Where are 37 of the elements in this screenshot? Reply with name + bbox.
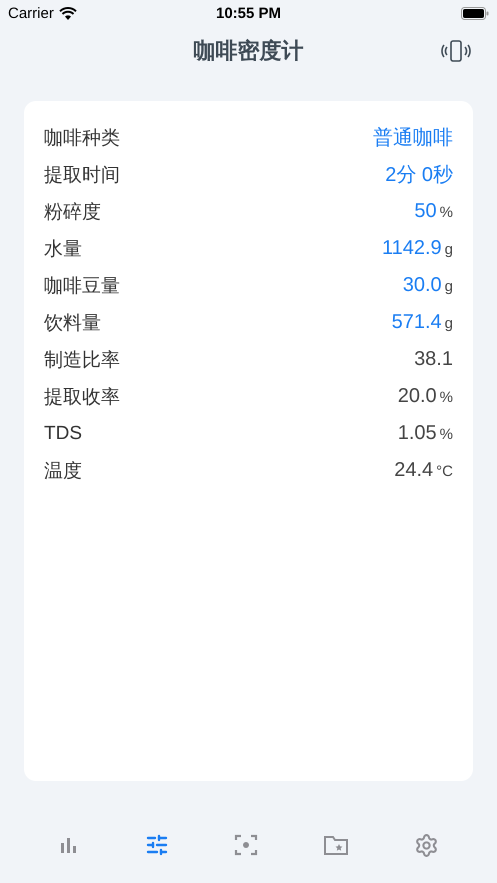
- battery-icon: [461, 6, 490, 20]
- vibrating-phone-icon[interactable]: [439, 39, 473, 63]
- row-value: 24.4: [394, 459, 434, 482]
- row-value[interactable]: 571.4: [392, 311, 442, 334]
- row-label: 提取收率: [44, 386, 120, 410]
- unit-label: %: [440, 204, 453, 221]
- unit-label: g: [444, 278, 453, 295]
- sliders-icon: [144, 833, 169, 857]
- row-label: 温度: [44, 460, 82, 484]
- row-label: 制造比率: [44, 348, 120, 372]
- status-time: 10:55 PM: [216, 4, 282, 22]
- unit-label: g: [444, 241, 453, 258]
- row-label: 咖啡种类: [44, 126, 120, 150]
- row-value[interactable]: 普通咖啡: [373, 124, 453, 151]
- row-value: 20.0: [398, 385, 437, 408]
- unit-label: %: [440, 389, 453, 406]
- unit-label: %: [440, 426, 453, 443]
- page-title: 咖啡密度计: [194, 37, 304, 65]
- row-value[interactable]: 2分 0秒: [385, 161, 453, 188]
- wifi-icon: [58, 6, 77, 20]
- row-value[interactable]: 30.0: [402, 274, 442, 297]
- unit-label: °C: [436, 463, 453, 480]
- row-label: 饮料量: [44, 312, 101, 336]
- row-label: 水量: [44, 238, 82, 262]
- row-label: TDS: [44, 422, 82, 444]
- row-label: 咖啡豆量: [44, 274, 120, 298]
- settings-icon: [414, 832, 440, 858]
- carrier-label: Carrier: [8, 4, 54, 22]
- star-folder-icon: [323, 833, 350, 857]
- row-label: 粉碎度: [44, 200, 101, 224]
- row-label: 提取时间: [44, 164, 120, 188]
- focus-frame-icon: [234, 833, 258, 857]
- unit-label: g: [444, 315, 453, 332]
- row-value[interactable]: 1142.9: [382, 237, 442, 260]
- row-value: 38.1: [414, 348, 453, 371]
- row-value[interactable]: 50: [414, 200, 437, 223]
- row-value: 1.05: [398, 422, 437, 445]
